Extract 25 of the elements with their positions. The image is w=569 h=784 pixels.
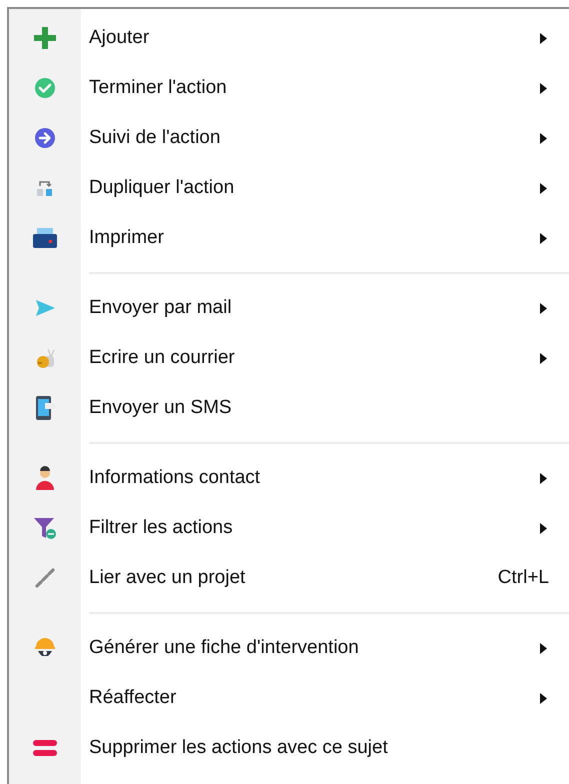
delete-icon (32, 739, 58, 757)
person-icon (34, 465, 56, 491)
menu-item[interactable]: Envoyer un SMS (89, 394, 232, 422)
filter-icon (33, 516, 57, 540)
check-icon (34, 77, 56, 99)
menu-item[interactable]: Informations contact (89, 464, 260, 492)
menu-item[interactable]: Imprimer (89, 224, 164, 252)
printer-icon (32, 226, 58, 250)
menu-item[interactable]: Supprimer les actions avec ce sujet (89, 734, 388, 762)
menu-item[interactable]: Réaffecter (89, 684, 176, 712)
plus-icon (33, 26, 57, 50)
arrow-right-icon (34, 127, 56, 149)
menu-item[interactable]: Ajouter (89, 24, 150, 52)
duplicate-icon (35, 178, 55, 198)
link-icon (33, 566, 57, 590)
menu-item[interactable]: Ecrire un courrier (89, 344, 235, 372)
menu-item[interactable]: Dupliquer l'action (89, 174, 234, 202)
menu-item[interactable]: Filtrer les actions (89, 514, 233, 542)
shortcut-label: Ctrl+L (498, 566, 549, 590)
menu-item[interactable]: Suivi de l'action (89, 124, 220, 152)
send-icon (34, 298, 56, 318)
menu-item[interactable]: Générer une fiche d'intervention (89, 634, 359, 662)
menu-item[interactable]: Lier avec un projet (89, 564, 246, 592)
menu-item[interactable]: Envoyer par mail (89, 294, 232, 322)
menu-item[interactable]: Terminer l'action (89, 74, 227, 102)
